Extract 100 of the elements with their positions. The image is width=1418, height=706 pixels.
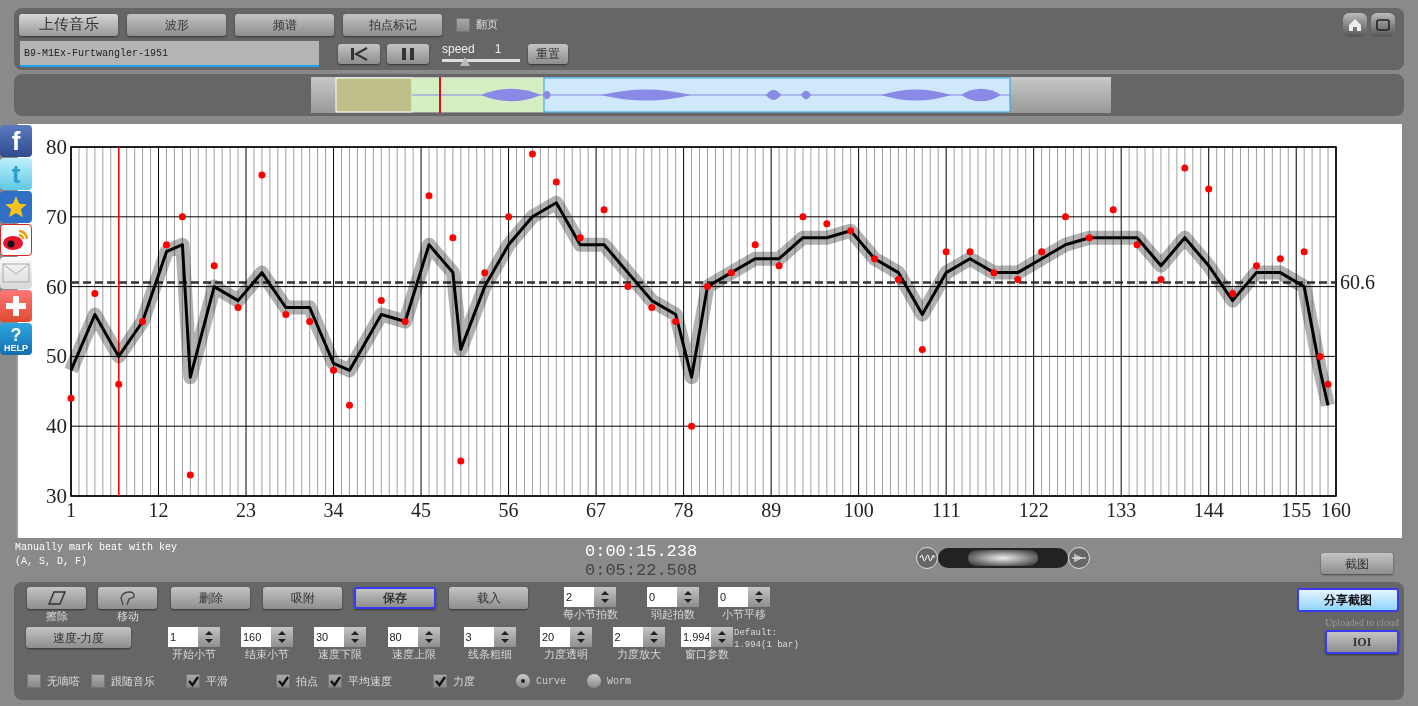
beat-dot (1276, 255, 1284, 263)
spinner-arrows-icon[interactable] (417, 627, 440, 647)
spinner-label: 弱起拍数 (651, 607, 695, 621)
x-tick-label: 122 (1018, 499, 1049, 521)
checkmark-icon (277, 675, 289, 687)
beat-dot (688, 422, 696, 430)
move-button[interactable] (98, 587, 157, 609)
beat-dot (401, 318, 409, 325)
checkbox[interactable] (27, 674, 41, 689)
ioi-button[interactable]: IOI (1325, 630, 1399, 654)
home-icon[interactable] (1343, 13, 1367, 37)
spinner-arrows-icon[interactable] (748, 587, 770, 607)
checkbox-label: 翻页 (476, 17, 498, 33)
eraser-button[interactable] (27, 587, 86, 609)
number-field[interactable]: 20 (540, 627, 570, 647)
help-icon[interactable]: ? HELP (0, 323, 32, 355)
sine-wave-icon[interactable] (916, 547, 939, 569)
radio-button[interactable] (516, 674, 530, 689)
beat-dot (1316, 352, 1324, 360)
action-button[interactable]: 载入 (449, 587, 528, 609)
number-field[interactable]: 0 (718, 587, 748, 607)
hint-text: Manually mark beat with key (A, S, D, F) (15, 541, 179, 569)
x-tick-label: 45 (411, 499, 432, 521)
fullscreen-icon[interactable] (1371, 13, 1395, 37)
beat-dot (552, 178, 560, 186)
checkbox[interactable] (433, 674, 447, 689)
spinner-arrows-icon[interactable] (198, 627, 220, 647)
number-field[interactable]: 2 (564, 587, 594, 607)
beat-dot (234, 304, 242, 312)
number-field[interactable]: 1 (168, 627, 198, 647)
pause-icon (401, 47, 415, 61)
f-logo-icon[interactable]: f (0, 125, 32, 157)
number-field[interactable]: 2 (612, 627, 643, 647)
spinner-arrows-icon[interactable] (677, 587, 699, 607)
checkbox[interactable] (456, 17, 470, 32)
skip-back-button[interactable] (338, 44, 380, 64)
action-button[interactable]: 保存 (354, 587, 436, 609)
beat-dot (648, 304, 656, 312)
beat-dot (727, 269, 735, 277)
checkbox[interactable] (186, 674, 200, 689)
radio-label: Worm (607, 674, 631, 689)
x-tick-label: 1 (66, 499, 76, 521)
number-field[interactable]: 30 (314, 627, 344, 647)
waveform-icon[interactable] (1068, 547, 1091, 569)
radio-button[interactable] (587, 674, 601, 689)
tool-label: 移动 (116, 609, 139, 623)
spinner-arrows-icon[interactable] (570, 627, 592, 647)
spinner-arrows-icon[interactable] (271, 627, 293, 647)
beat-dot (1181, 164, 1189, 172)
spinner-label: 线条粗细 (467, 647, 512, 661)
beat-dot (139, 318, 147, 325)
number-field[interactable]: 160 (241, 627, 271, 647)
total-time: 0:05:22.508 (585, 561, 698, 580)
action-button[interactable]: 删除 (171, 587, 250, 609)
eye-logo-icon[interactable] (0, 224, 32, 256)
checkbox[interactable] (276, 674, 290, 689)
checkbox-label: 跟随音乐 (111, 674, 155, 689)
mix-slider[interactable] (938, 548, 1069, 568)
slider-thumb[interactable] (460, 56, 471, 66)
beat-dot (990, 269, 998, 277)
beat-dot (942, 248, 950, 256)
spinner-arrows-icon[interactable] (493, 627, 516, 647)
pause-button[interactable] (387, 44, 429, 64)
screenshot-button[interactable]: 截图 (1321, 553, 1393, 574)
action-button[interactable]: 吸附 (263, 587, 342, 609)
plus-icon[interactable] (0, 290, 32, 322)
tempo-dynamics-button[interactable]: 速度-力度 (26, 627, 131, 648)
checkbox[interactable] (91, 674, 105, 689)
reset-button[interactable]: 重置 (528, 44, 568, 64)
tab-button[interactable]: 频谱 (235, 13, 334, 36)
radio-label: Curve (536, 674, 566, 689)
share-screenshot-button[interactable]: 分享截图 (1297, 588, 1399, 612)
beat-dot (847, 227, 855, 235)
beat-dot (1109, 206, 1117, 214)
tab-button[interactable]: 波形 (127, 13, 226, 36)
y-tick-label: 50 (46, 344, 67, 369)
checkbox[interactable] (328, 674, 342, 689)
spinner-label: 力度放大 (616, 647, 661, 661)
beat-dot (1014, 276, 1022, 284)
y-tick-label: 70 (46, 204, 67, 229)
beat-dot (1324, 380, 1332, 388)
slider-thumb[interactable] (968, 550, 1039, 566)
file-name-field[interactable]: B9-M1Ex-Furtwangler-1951 (20, 41, 319, 67)
tab-button[interactable]: 拍点标记 (343, 13, 442, 36)
beat-dot (528, 150, 536, 158)
spinner-arrows-icon[interactable] (344, 627, 366, 647)
spinner-label: 每小节拍数 (562, 607, 618, 621)
number-field[interactable]: 80 (387, 627, 418, 647)
y-tick-label: 30 (46, 484, 67, 508)
y-tick-label: 40 (46, 414, 67, 439)
number-field[interactable]: 3 (463, 627, 494, 647)
current-time: 0:00:15.238 (585, 542, 698, 561)
spinner-arrows-icon[interactable] (711, 627, 733, 647)
spinner-arrows-icon[interactable] (594, 587, 616, 607)
number-field[interactable]: 0 (647, 587, 677, 607)
tab-button[interactable]: 上传音乐 (19, 13, 118, 36)
default-note: Default: 1.994(1 bar) (734, 627, 799, 651)
eraser-icon (47, 591, 66, 605)
spinner-arrows-icon[interactable] (642, 627, 665, 647)
y-tick-label: 80 (46, 135, 67, 159)
